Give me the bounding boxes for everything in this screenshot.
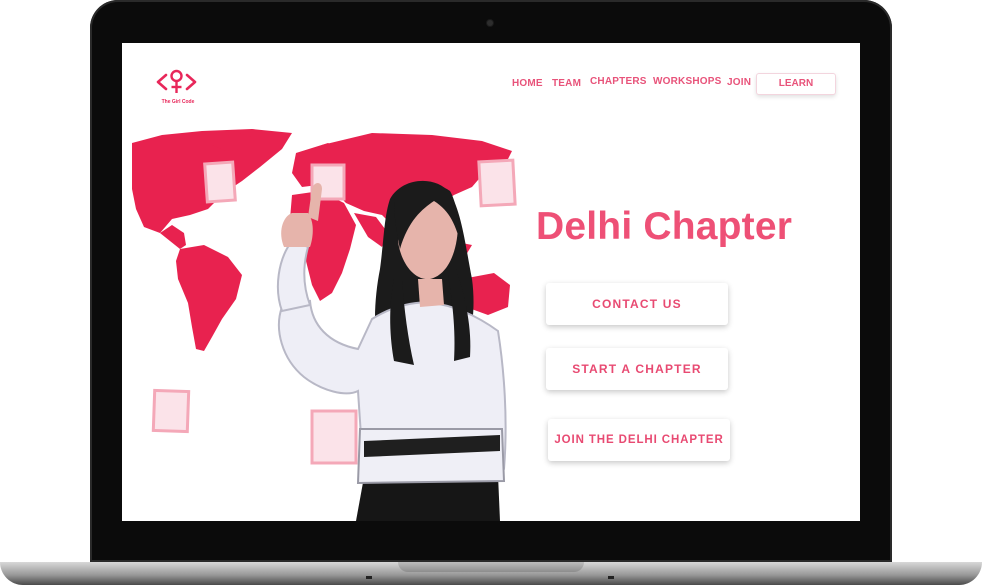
nav-home[interactable]: HOME [512, 78, 543, 89]
nav-join[interactable]: JOIN [727, 77, 751, 88]
laptop-foot-right [608, 576, 614, 579]
laptop-foot-left [366, 576, 372, 579]
woman-pointing-illustration [276, 180, 507, 521]
hero-illustration [132, 129, 517, 521]
laptop-base-notch [398, 562, 584, 572]
nav-chapters[interactable]: CHAPTERS [590, 76, 647, 87]
laptop-screen: The Girl Code HOME TEAM CHAPTERS WORKSHO… [122, 43, 860, 521]
nav-workshops[interactable]: WORKSHOPS [653, 76, 721, 87]
logo-caption: The Girl Code [161, 99, 195, 105]
start-a-chapter-button[interactable]: START A CHAPTER [546, 348, 728, 390]
webcam-icon [487, 20, 493, 26]
contact-us-button[interactable]: CONTACT US [546, 283, 728, 325]
page-title: Delhi Chapter [536, 205, 793, 248]
nav-team[interactable]: TEAM [552, 78, 581, 89]
top-nav: HOME TEAM CHAPTERS WORKSHOPS JOIN LEARN [122, 73, 860, 97]
learn-button[interactable]: LEARN [756, 73, 836, 95]
join-delhi-chapter-button[interactable]: JOIN THE DELHI CHAPTER [548, 419, 730, 461]
